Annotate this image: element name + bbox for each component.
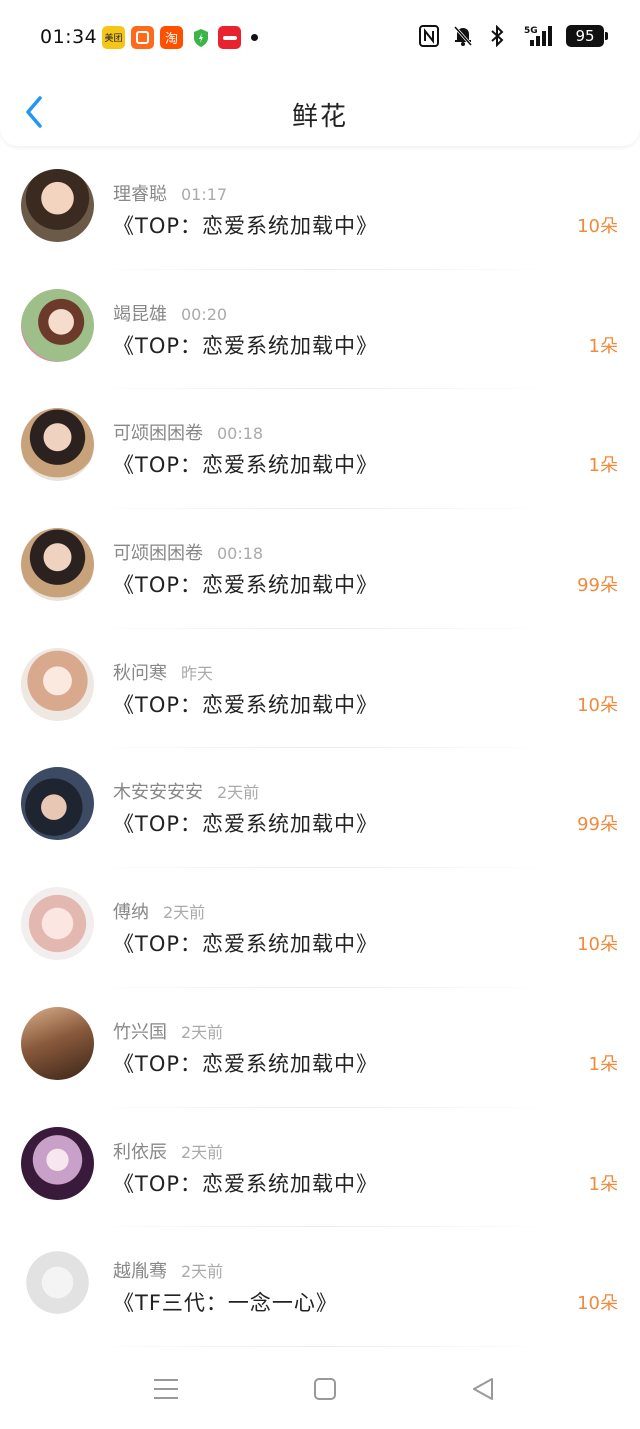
user-name[interactable]: 秋问寒 xyxy=(113,663,167,684)
menu-button[interactable] xyxy=(151,1374,181,1404)
book-title[interactable]: 《TOP：恋爱系统加载中》 xyxy=(113,928,378,958)
timestamp: 昨天 xyxy=(181,663,214,683)
flower-amount: 99朵 xyxy=(577,814,618,836)
flower-amount: 10朵 xyxy=(577,694,618,716)
svg-text:5G: 5G xyxy=(524,26,538,36)
avatar[interactable] xyxy=(21,647,94,721)
flower-amount: 10朵 xyxy=(577,934,618,956)
system-navigation-bar xyxy=(0,1350,640,1429)
book-title[interactable]: 《TOP：恋爱系统加载中》 xyxy=(113,569,378,599)
user-name[interactable]: 越胤骞 xyxy=(113,1261,167,1282)
status-bar: 01:34 美团 淘 5G 95 xyxy=(0,0,640,76)
signal-5g-icon: 5G xyxy=(520,24,554,48)
list-item[interactable]: 木安安安安 2天前 《TOP：恋爱系统加载中》 99朵 xyxy=(0,748,640,869)
list-item[interactable]: 越胤骞 2天前 《TF三代：一念一心》 10朵 xyxy=(0,1227,640,1347)
user-name[interactable]: 可颂困困卷 xyxy=(113,423,203,444)
avatar[interactable] xyxy=(21,1006,94,1080)
taobao-app-icon: 淘 xyxy=(160,26,183,49)
user-name[interactable]: 利依辰 xyxy=(113,1142,167,1163)
flower-amount: 1朵 xyxy=(588,1173,618,1195)
user-name[interactable]: 傅纳 xyxy=(113,902,149,923)
timestamp: 00:18 xyxy=(217,544,264,564)
list-item[interactable]: 可颂困困卷 00:18 《TOP：恋爱系统加载中》 99朵 xyxy=(0,509,640,629)
status-time: 01:34 xyxy=(40,26,98,48)
battery-indicator: 95 xyxy=(566,25,608,47)
back-nav-button[interactable] xyxy=(468,1374,498,1404)
divider xyxy=(90,1345,550,1347)
home-icon xyxy=(314,1378,336,1400)
avatar[interactable] xyxy=(21,169,94,242)
avatar[interactable] xyxy=(21,887,94,961)
avatar[interactable] xyxy=(21,408,94,482)
notification-app-icons: 美团 淘 xyxy=(102,26,258,49)
avatar[interactable] xyxy=(21,528,94,602)
menu-icon xyxy=(154,1379,178,1399)
user-name[interactable]: 木安安安安 xyxy=(113,782,203,803)
book-title[interactable]: 《TOP：恋爱系统加载中》 xyxy=(113,1048,378,1078)
book-title[interactable]: 《TOP：恋爱系统加载中》 xyxy=(113,1168,378,1198)
timestamp: 2天前 xyxy=(163,903,206,923)
book-title[interactable]: 《TOP：恋爱系统加载中》 xyxy=(113,808,378,838)
book-title[interactable]: 《TOP：恋爱系统加载中》 xyxy=(113,210,378,240)
user-name[interactable]: 竹兴国 xyxy=(113,1022,167,1043)
flower-amount: 99朵 xyxy=(577,575,618,597)
bluetooth-icon xyxy=(486,24,508,48)
avatar[interactable] xyxy=(21,1246,94,1320)
flower-amount: 1朵 xyxy=(588,455,618,477)
nfc-icon xyxy=(418,24,440,48)
more-notifications-dot-icon xyxy=(251,34,258,41)
top-nav-bar: 鲜花 xyxy=(0,76,640,146)
user-name[interactable]: 理睿聪 xyxy=(113,184,167,205)
book-title[interactable]: 《TF三代：一念一心》 xyxy=(113,1287,338,1317)
list-item[interactable]: 傅纳 2天前 《TOP：恋爱系统加载中》 10朵 xyxy=(0,868,640,988)
timestamp: 00:18 xyxy=(217,424,264,444)
flower-amount: 10朵 xyxy=(577,216,618,237)
timestamp: 2天前 xyxy=(181,1262,224,1282)
list-item[interactable]: 可颂困困卷 00:18 《TOP：恋爱系统加载中》 1朵 xyxy=(0,389,640,510)
meituan-app-icon: 美团 xyxy=(102,26,125,49)
list-item[interactable]: 理睿聪 01:17 《TOP：恋爱系统加载中》 10朵 xyxy=(0,150,640,270)
flower-amount: 1朵 xyxy=(588,335,618,357)
timestamp: 2天前 xyxy=(181,1022,224,1042)
timestamp: 2天前 xyxy=(217,783,260,803)
flower-amount: 1朵 xyxy=(588,1053,618,1075)
timestamp: 01:17 xyxy=(181,185,228,204)
avatar[interactable] xyxy=(21,288,94,362)
list-item[interactable]: 竭昆雄 00:20 《TOP：恋爱系统加载中》 1朵 xyxy=(0,270,640,390)
app-orange-icon xyxy=(131,26,154,49)
avatar[interactable] xyxy=(21,767,94,841)
red-app-icon xyxy=(218,26,241,49)
system-status-icons: 5G 95 xyxy=(418,24,608,48)
book-title[interactable]: 《TOP：恋爱系统加载中》 xyxy=(113,449,378,479)
shield-app-icon xyxy=(189,26,212,49)
user-name[interactable]: 竭昆雄 xyxy=(113,304,167,325)
list-item[interactable]: 秋问寒 昨天 《TOP：恋爱系统加载中》 10朵 xyxy=(0,629,640,749)
book-title[interactable]: 《TOP：恋爱系统加载中》 xyxy=(113,689,378,719)
flower-amount: 10朵 xyxy=(577,1293,618,1315)
book-title[interactable]: 《TOP：恋爱系统加载中》 xyxy=(113,330,378,360)
user-name[interactable]: 可颂困困卷 xyxy=(113,543,203,564)
list-item[interactable]: 利依辰 2天前 《TOP：恋爱系统加载中》 1朵 xyxy=(0,1108,640,1228)
flower-gift-list: 理睿聪 01:17 《TOP：恋爱系统加载中》 10朵 竭昆雄 00:20 《TOP… xyxy=(0,150,640,1347)
timestamp: 2天前 xyxy=(181,1142,224,1162)
list-item[interactable]: 竹兴国 2天前 《TOP：恋爱系统加载中》 1朵 xyxy=(0,988,640,1108)
mute-bell-icon xyxy=(452,24,474,48)
avatar[interactable] xyxy=(21,1126,94,1200)
timestamp: 00:20 xyxy=(181,304,228,324)
page-title: 鲜花 xyxy=(291,102,348,132)
back-triangle-icon xyxy=(473,1378,493,1400)
home-button[interactable] xyxy=(310,1374,340,1404)
